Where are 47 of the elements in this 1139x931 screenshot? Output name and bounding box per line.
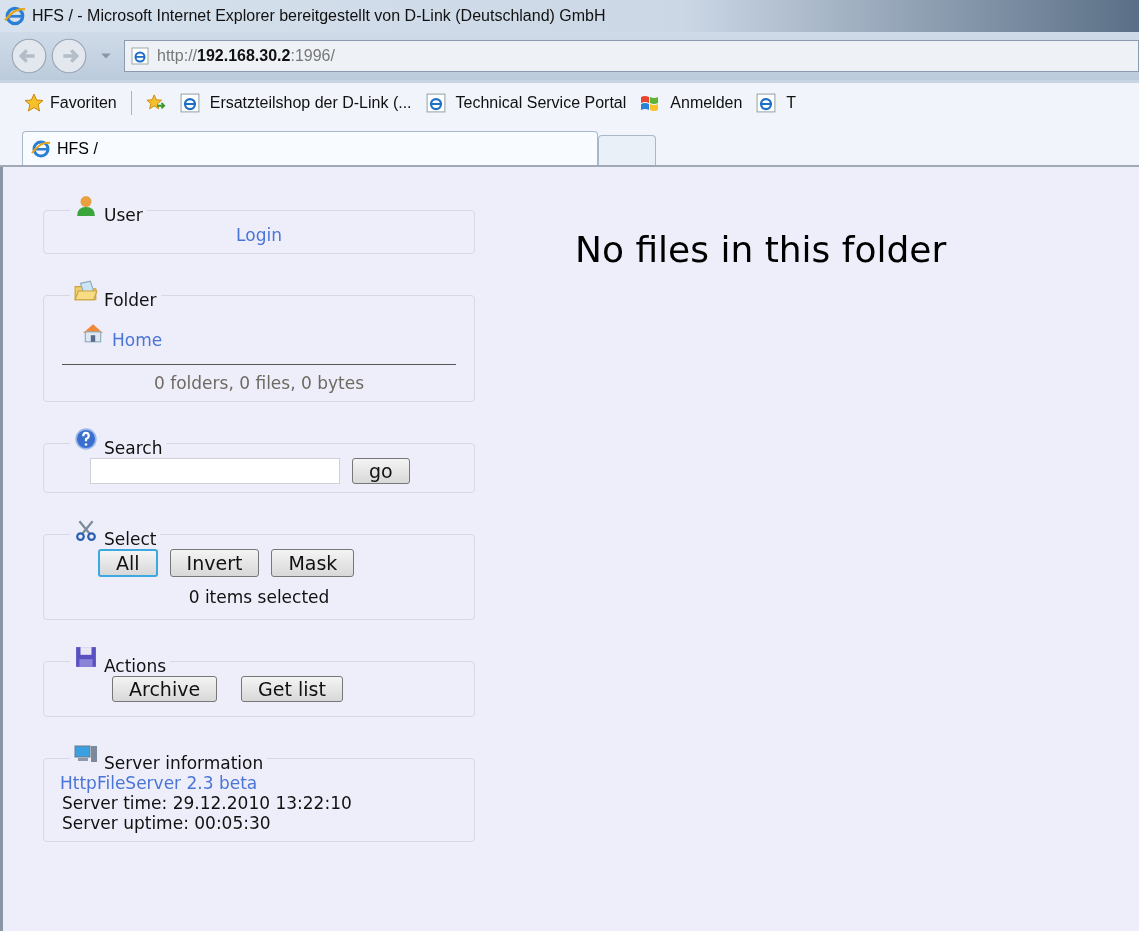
folder-summary: 0 folders, 0 files, 0 bytes [153, 373, 365, 393]
selection-count: 0 items selected [188, 587, 330, 607]
favorites-link[interactable]: Technical Service Portal [425, 93, 627, 113]
favorites-button[interactable]: Favoriten [24, 93, 117, 113]
page-icon [179, 93, 200, 113]
search-field[interactable] [90, 458, 340, 484]
window-title: HFS / - Microsoft Internet Explorer bereitgestellt von D-Link (Deutschland) GmbH [32, 7, 606, 25]
browser-logo-icon [31, 138, 51, 159]
address-field[interactable]: http://192.168.30.2:1996/ [124, 40, 1139, 72]
panel-title: Server information [104, 753, 264, 773]
scissors-icon [74, 519, 98, 541]
empty-folder-message: No files in this folder [575, 229, 948, 270]
panel-button[interactable]: Mask [271, 549, 355, 577]
panel-title: Folder [104, 290, 157, 310]
computer-icon [74, 743, 98, 765]
home-link[interactable]: Home [112, 330, 163, 350]
windows-logo-icon [640, 93, 661, 113]
panel-button[interactable]: All [98, 549, 158, 577]
favorites-link[interactable]: Ersatzteilshop der D-Link (... [179, 93, 412, 113]
user-icon [74, 195, 98, 217]
go-button[interactable]: go [352, 458, 410, 484]
browser-logo-icon [4, 5, 26, 27]
back-button[interactable] [10, 37, 48, 75]
panel-button[interactable]: Get list [241, 676, 343, 702]
forward-button[interactable] [50, 37, 88, 75]
panel-button[interactable]: Archive [112, 676, 218, 702]
panel-title: Actions [104, 656, 167, 676]
favorites-link[interactable]: T [756, 93, 797, 113]
login-link[interactable]: Login [236, 225, 282, 245]
star-icon [24, 93, 44, 113]
page-icon [425, 93, 446, 113]
page-icon [131, 47, 149, 65]
page-icon [756, 93, 777, 113]
help-icon [74, 428, 98, 450]
panel-title: User [104, 205, 143, 225]
folder-icon [74, 280, 98, 302]
favorites-link[interactable]: Anmelden [640, 93, 743, 113]
browser-tab[interactable]: HFS / [22, 131, 598, 165]
panel-button[interactable]: Invert [169, 549, 260, 577]
panel-title: Select [104, 529, 157, 549]
server-version-link[interactable]: HttpFileServer 2.3 beta [52, 773, 466, 793]
dropdown-caret-icon[interactable] [100, 52, 112, 60]
panel-title: Search [104, 438, 163, 458]
server-info-line: Server uptime: 00:05:30 [61, 813, 272, 833]
new-tab-button[interactable] [598, 135, 656, 165]
server-info-line: Server time: 29.12.2010 13:22:10 [61, 793, 353, 813]
add-favorite-icon[interactable] [145, 93, 166, 113]
